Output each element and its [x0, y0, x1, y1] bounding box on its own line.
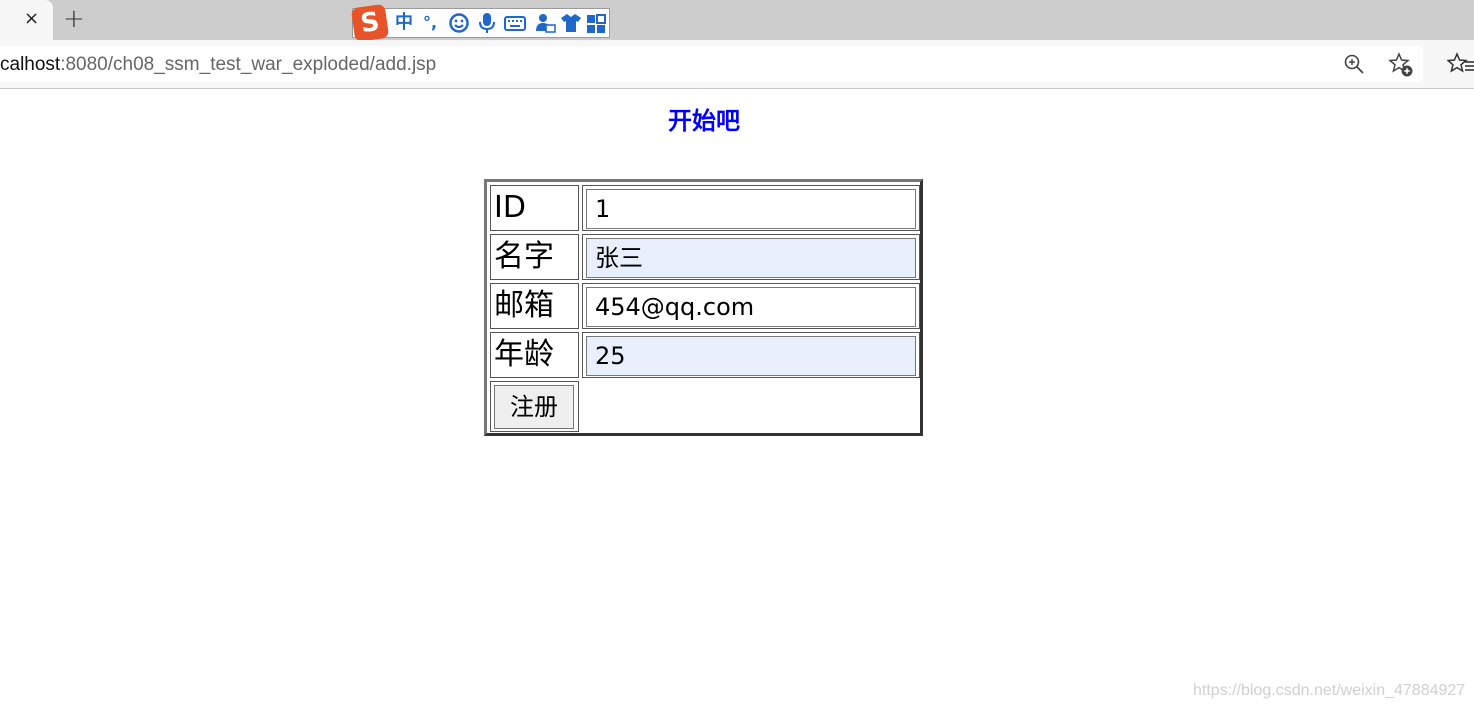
page-title: 开始吧: [668, 107, 740, 135]
ime-mode[interactable]: 中: [395, 12, 413, 34]
form-input-cell: 25: [582, 332, 920, 378]
ime-punct[interactable]: °,: [423, 12, 437, 34]
favorite-add-icon[interactable]: [1388, 52, 1414, 82]
close-icon[interactable]: ×: [24, 9, 39, 29]
register-form-table: ID 1 名字 张三 邮箱 454@qq.com 年龄 25 注册: [484, 179, 923, 436]
skin-icon[interactable]: [560, 12, 582, 34]
email-label: 邮箱: [494, 288, 554, 323]
form-input-cell: 454@qq.com: [582, 283, 920, 329]
user-icon[interactable]: [534, 12, 556, 34]
url-text[interactable]: calhost:8080/ch08_ssm_test_war_exploded/…: [0, 54, 436, 76]
tab-strip: × + S 中 °,: [0, 0, 1474, 43]
form-input-cell: 1: [582, 185, 920, 231]
browser-tab[interactable]: ×: [0, 0, 53, 40]
id-input[interactable]: 1: [586, 189, 916, 229]
ime-toolbar: S 中 °,: [350, 3, 610, 43]
mic-icon[interactable]: [477, 12, 497, 34]
name-input[interactable]: 张三: [586, 238, 916, 278]
age-input[interactable]: 25: [586, 336, 916, 376]
zoom-icon[interactable]: [1343, 53, 1365, 79]
grid-icon[interactable]: [586, 12, 606, 34]
form-label-cell: ID: [490, 185, 579, 231]
url-path: :8080/ch08_ssm_test_war_exploded/add.jsp: [60, 54, 437, 75]
age-label: 年龄: [494, 337, 554, 372]
watermark: https://blog.csdn.net/weixin_47884927: [1193, 682, 1466, 699]
email-input[interactable]: 454@qq.com: [586, 287, 916, 327]
emoji-icon[interactable]: [448, 12, 470, 34]
form-label-cell: 年龄: [490, 332, 579, 378]
keyboard-icon[interactable]: [504, 12, 526, 34]
register-button[interactable]: 注册: [494, 385, 574, 429]
browser-toolbar: calhost:8080/ch08_ssm_test_war_exploded/…: [0, 40, 1474, 89]
plus-icon[interactable]: +: [63, 5, 85, 33]
form-button-cell: 注册: [490, 381, 579, 432]
ime-logo[interactable]: S: [350, 3, 390, 43]
form-label-cell: 邮箱: [490, 283, 579, 329]
id-label: ID: [494, 190, 526, 225]
favorites-icon[interactable]: [1446, 52, 1474, 82]
url-host: calhost: [0, 54, 61, 75]
form-label-cell: 名字: [490, 234, 579, 280]
form-input-cell: 张三: [582, 234, 920, 280]
name-label: 名字: [494, 239, 554, 274]
address-bar[interactable]: calhost:8080/ch08_ssm_test_war_exploded/…: [0, 46, 1423, 82]
